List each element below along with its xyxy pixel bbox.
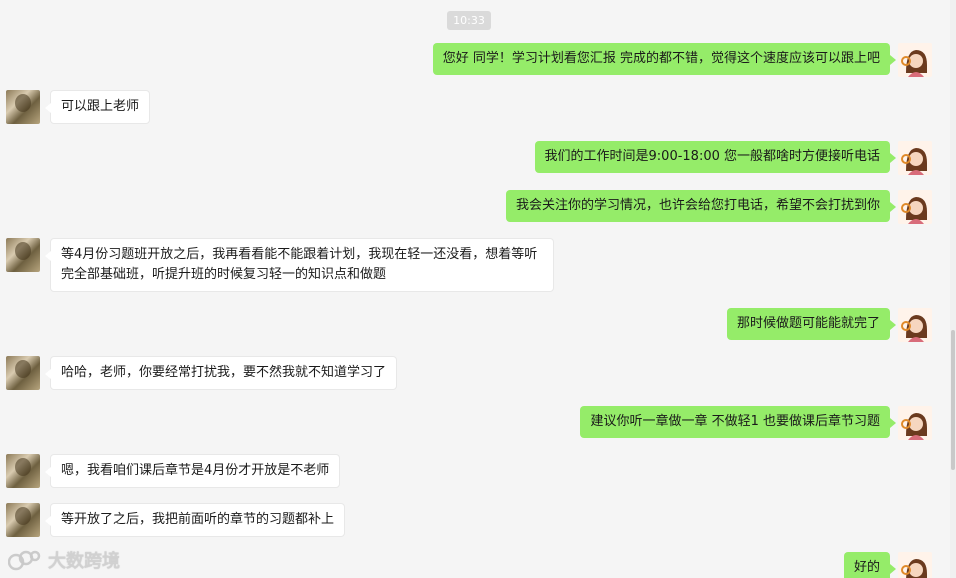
message-bubble[interactable]: 我们的工作时间是9:00-18:00 您一般都啥时方便接听电话 xyxy=(534,141,897,173)
avatar-icon xyxy=(898,552,932,578)
message-bubble[interactable]: 嗯，我看咱们课后章节是4月份才开放是不老师 xyxy=(44,454,341,488)
avatar[interactable] xyxy=(898,190,932,224)
message-row: 可以跟上老师 xyxy=(0,90,950,124)
message-bubble[interactable]: 可以跟上老师 xyxy=(44,90,151,124)
scrollbar[interactable] xyxy=(950,0,956,578)
message-bubble[interactable]: 等4月份习题班开放之后，我再看看能不能跟着计划，我现在轻一还没看，想着等听完全部… xyxy=(45,238,554,292)
avatar[interactable] xyxy=(898,43,932,77)
message-bubble[interactable]: 您好 同学！学习计划看您汇报 完成的都不错，觉得这个速度应该可以跟上吧 xyxy=(432,43,897,75)
message-row: 我会关注你的学习情况，也许会给您打电话，希望不会打扰到你 xyxy=(0,190,950,224)
avatar-icon xyxy=(898,406,932,440)
message-row: 建议你听一章做一章 不做轻1 也要做课后章节习题 xyxy=(0,406,950,440)
message-bubble[interactable]: 那时候做题可能能就完了 xyxy=(726,308,897,340)
avatar[interactable] xyxy=(898,406,932,440)
watermark-text: 大数跨境 xyxy=(48,551,120,572)
avatar-icon xyxy=(898,43,932,77)
chat-area[interactable]: 10:33 您好 同学！学习计划看您汇报 完成的都不错，觉得这个速度应该可以跟上… xyxy=(0,0,950,578)
scrollbar-thumb[interactable] xyxy=(951,330,955,470)
message-row: 您好 同学！学习计划看您汇报 完成的都不错，觉得这个速度应该可以跟上吧 xyxy=(0,43,950,77)
message-bubble[interactable]: 等开放了之后，我把前面听的章节的习题都补上 xyxy=(44,503,346,537)
message-bubble[interactable]: 建议你听一章做一章 不做轻1 也要做课后章节习题 xyxy=(580,406,896,438)
avatar[interactable] xyxy=(898,308,932,342)
message-row: 那时候做题可能能就完了 xyxy=(0,308,950,342)
message-row: 好的 xyxy=(0,552,950,578)
watermark: 大数跨境 xyxy=(8,546,120,574)
avatar[interactable] xyxy=(6,356,40,390)
avatar[interactable] xyxy=(6,90,40,124)
message-row: 哈哈，老师，你要经常打扰我，要不然我就不知道学习了 xyxy=(0,356,950,390)
message-row: 等开放了之后，我把前面听的章节的习题都补上 xyxy=(0,503,950,537)
message-bubble[interactable]: 哈哈，老师，你要经常打扰我，要不然我就不知道学习了 xyxy=(44,356,398,390)
avatar-icon xyxy=(898,190,932,224)
avatar-icon xyxy=(898,308,932,342)
message-row: 我们的工作时间是9:00-18:00 您一般都啥时方便接听电话 xyxy=(0,141,950,175)
timestamp: 10:33 xyxy=(447,11,491,30)
avatar[interactable] xyxy=(898,552,932,578)
avatar[interactable] xyxy=(6,454,40,488)
message-row: 嗯，我看咱们课后章节是4月份才开放是不老师 xyxy=(0,454,950,488)
avatar[interactable] xyxy=(6,238,40,272)
avatar-icon xyxy=(898,141,932,175)
message-bubble[interactable]: 好的 xyxy=(843,552,897,578)
logo-icon xyxy=(8,550,41,571)
message-bubble[interactable]: 我会关注你的学习情况，也许会给您打电话，希望不会打扰到你 xyxy=(505,190,897,222)
avatar[interactable] xyxy=(898,141,932,175)
message-row: 等4月份习题班开放之后，我再看看能不能跟着计划，我现在轻一还没看，想着等听完全部… xyxy=(0,238,950,292)
avatar[interactable] xyxy=(6,503,40,537)
